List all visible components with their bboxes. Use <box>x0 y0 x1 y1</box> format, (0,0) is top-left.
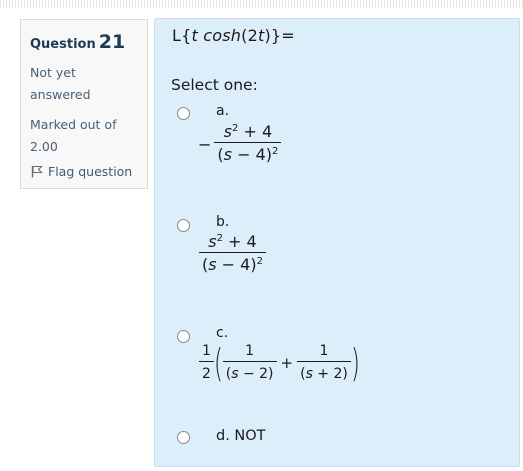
option-a-minus-sign: − <box>198 134 212 154</box>
question-number-heading: Question 21 <box>30 31 138 53</box>
option-c-radio[interactable] <box>177 330 190 343</box>
q-var-t: t <box>191 26 198 45</box>
option-b-letter: b. <box>216 214 230 230</box>
option-c-outer-fraction: 1 2 <box>199 342 214 384</box>
option-b-numerator: s2 + 4 <box>208 232 257 251</box>
flag-icon <box>31 165 43 178</box>
flag-question-label: Flag question <box>48 164 133 179</box>
option-c-left-paren: ( <box>213 341 223 385</box>
option-d-label[interactable]: d. NOT <box>216 428 266 444</box>
option-b-expression[interactable]: s2 + 4 (s − 4)2 <box>199 233 266 275</box>
option-c-f1-denominator: (s − 2) <box>222 361 277 384</box>
option-b-denominator: (s − 4)2 <box>199 252 266 275</box>
question-text: L{t cosh(2t)}= <box>172 26 295 45</box>
q-arg: (2 <box>241 26 258 45</box>
marks-line-1: Marked out of <box>30 117 117 132</box>
option-c-f2-denominator: (s + 2) <box>297 361 351 384</box>
status-line-2: answered <box>30 87 91 102</box>
option-b-fraction: s2 + 4 (s − 4)2 <box>199 233 266 275</box>
option-c-plus: + <box>280 354 294 372</box>
question-label: Question <box>30 37 96 52</box>
option-c-outer-denominator: 2 <box>199 361 214 384</box>
option-a-denominator: (s − 4)2 <box>214 142 282 165</box>
question-content-panel: L{t cosh(2t)}= Select one: a. − s2 + 4 (… <box>154 18 520 467</box>
option-d-radio[interactable] <box>177 431 190 444</box>
option-c-letter: c. <box>216 325 229 341</box>
marks-line-2: 2.00 <box>30 139 58 154</box>
option-c-outer-numerator: 1 <box>202 343 211 359</box>
option-a-numerator: s2 + 4 <box>223 122 273 141</box>
select-one-prompt: Select one: <box>171 76 258 94</box>
option-c-f1-numerator: 1 <box>245 343 255 359</box>
option-a-radio[interactable] <box>177 107 190 120</box>
question-info-panel: Question 21 Not yet answered Marked out o… <box>20 19 148 189</box>
option-c-expression[interactable]: 1 2 ( 1 (s − 2) + 1 (s + 2) ) <box>199 342 360 384</box>
flag-question-link[interactable]: Flag question <box>31 164 132 179</box>
option-c-fraction-1: 1 (s − 2) <box>222 342 277 384</box>
top-dotted-border <box>0 0 523 8</box>
option-c-f2-numerator: 1 <box>319 343 329 359</box>
option-c-right-paren: ) <box>350 341 360 385</box>
option-b-radio[interactable] <box>177 219 190 232</box>
option-a-letter: a. <box>216 103 230 119</box>
option-a-expression[interactable]: − s2 + 4 (s − 4)2 <box>198 122 282 165</box>
option-c-fraction-2: 1 (s + 2) <box>297 342 351 384</box>
q-func: cosh <box>203 26 242 45</box>
question-number: 21 <box>98 31 126 53</box>
q-suffix: )}= <box>264 26 295 45</box>
status-line-1: Not yet <box>30 65 76 80</box>
option-a-fraction: s2 + 4 (s − 4)2 <box>214 122 282 165</box>
q-prefix: L{ <box>172 26 192 45</box>
